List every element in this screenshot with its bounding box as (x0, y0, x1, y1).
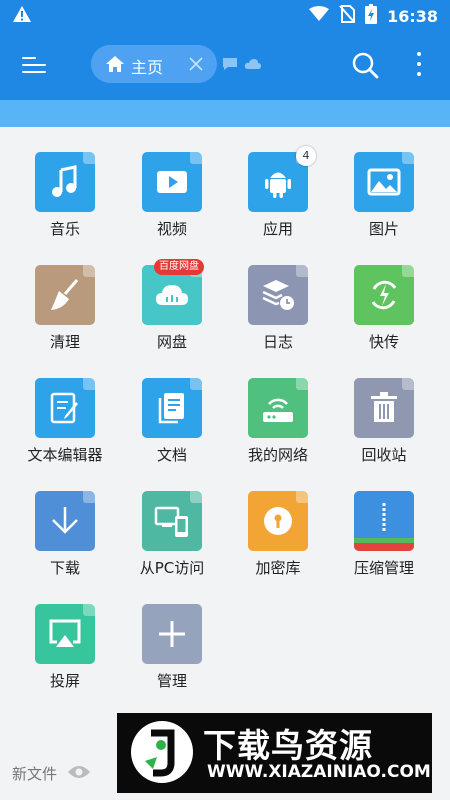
grid-item-manage[interactable]: 管理 (119, 604, 225, 691)
cloud-icon (156, 285, 188, 305)
grid-item-text-editor[interactable]: 文本编辑器 (12, 378, 118, 465)
cloud-drive-tile: 百度网盘 (142, 259, 204, 325)
document-icon (158, 393, 184, 424)
grid-item-label: 投屏 (49, 672, 80, 690)
music-note-icon (52, 165, 77, 197)
grid-item-video[interactable]: 视频 (119, 152, 225, 239)
apps-count-badge: 4 (296, 146, 316, 166)
watermark-title: 下载鸟资源 (203, 726, 373, 765)
grid-item-label: 从PC访问 (139, 559, 205, 577)
zip-icon (382, 503, 386, 533)
archive-tile (354, 491, 414, 551)
grid-item-cloud-drive[interactable]: 百度网盘 网盘 (119, 259, 225, 352)
grid-item-label: 视频 (156, 220, 187, 238)
edit-icon (50, 392, 78, 424)
grid-item-label: 文本编辑器 (27, 446, 103, 464)
grid-item-clean[interactable]: 清理 (12, 265, 118, 352)
grid-item-downloads[interactable]: 下载 (12, 491, 118, 578)
grid-item-label: 管理 (156, 672, 187, 690)
tab-overflow (222, 56, 262, 75)
more-options-icon[interactable] (412, 50, 426, 80)
screen-cast-tile (35, 604, 95, 664)
battery-charging-icon (365, 4, 378, 28)
video-tile (142, 152, 202, 212)
grid-item-apps[interactable]: 4 应用 (225, 146, 331, 239)
grid-item-archive-manager[interactable]: 压缩管理 (331, 491, 437, 578)
grid-item-label: 日志 (262, 333, 293, 351)
clock: 16:38 (387, 6, 438, 26)
menu-icon[interactable] (22, 53, 48, 77)
grid-item-label: 加密库 (255, 559, 301, 577)
downloads-tile (35, 491, 95, 551)
search-icon[interactable] (351, 51, 379, 83)
grid-item-label: 音乐 (49, 220, 80, 238)
new-file-row[interactable]: 新文件 (12, 763, 91, 784)
watermark-banner: 下载鸟资源 WWW.XIAZAINIAO.COM (117, 713, 432, 793)
broom-icon (51, 279, 79, 310)
quick-transfer-tile (354, 265, 414, 325)
grid-item-music[interactable]: 音乐 (12, 152, 118, 239)
tab-home[interactable]: 主页 (91, 45, 217, 83)
pc-access-tile (142, 491, 202, 551)
no-sim-icon (339, 5, 356, 27)
home-icon (105, 54, 125, 78)
recycle-bin-tile (354, 378, 414, 438)
grid-item-label: 文档 (156, 446, 187, 464)
log-tile (248, 265, 308, 325)
eye-icon[interactable] (67, 764, 91, 784)
grid-item-label: 下载 (49, 559, 80, 577)
trash-icon (371, 392, 397, 422)
lock-icon (264, 507, 292, 535)
grid-item-label: 回收站 (361, 446, 407, 464)
bird-logo-icon (131, 721, 193, 783)
header-strip (0, 100, 450, 127)
grid-item-pc-access[interactable]: 从PC访问 (119, 491, 225, 578)
text-editor-tile (35, 378, 95, 438)
warning-icon (12, 5, 32, 27)
download-icon (52, 507, 78, 534)
grid-item-label: 我的网络 (247, 446, 308, 464)
grid-item-my-network[interactable]: 我的网络 (225, 378, 331, 465)
grid-item-label: 应用 (262, 220, 293, 238)
watermark-url: WWW.XIAZAINIAO.COM (207, 762, 431, 782)
image-icon (367, 168, 401, 196)
router-icon (263, 398, 293, 422)
vault-tile (248, 491, 308, 551)
status-bar: 16:38 (0, 0, 450, 30)
apps-tile: 4 (248, 146, 316, 212)
manage-tile (142, 604, 202, 664)
music-tile (35, 152, 95, 212)
grid-item-label: 快传 (368, 333, 399, 351)
documents-tile (142, 378, 202, 438)
grid-item-label: 网盘 (156, 333, 187, 351)
my-network-tile (248, 378, 308, 438)
grid-item-vault[interactable]: 加密库 (225, 491, 331, 578)
grid-item-label: 清理 (49, 333, 80, 351)
transfer-icon (371, 280, 397, 310)
images-tile (354, 152, 414, 212)
cloud-icon (244, 56, 262, 75)
grid-item-quick-transfer[interactable]: 快传 (331, 265, 437, 352)
toolbar: 主页 (0, 30, 450, 100)
video-play-icon (157, 171, 187, 193)
message-icon (222, 56, 238, 75)
grid-item-documents[interactable]: 文档 (119, 378, 225, 465)
close-icon[interactable] (187, 55, 205, 77)
grid-item-label: 压缩管理 (353, 559, 414, 577)
android-icon (265, 172, 291, 198)
pc-access-icon (154, 506, 188, 537)
tab-label: 主页 (131, 58, 164, 77)
grid-item-label: 图片 (368, 220, 399, 238)
wifi-icon (309, 6, 330, 26)
grid-item-images[interactable]: 图片 (331, 152, 437, 239)
grid-item-recycle-bin[interactable]: 回收站 (331, 378, 437, 465)
cast-icon (49, 619, 81, 647)
log-icon (262, 280, 294, 310)
new-file-label: 新文件 (12, 765, 58, 783)
grid-item-screen-cast[interactable]: 投屏 (12, 604, 118, 691)
plus-icon (159, 621, 185, 647)
cloud-drive-tag: 百度网盘 (154, 259, 204, 275)
grid-item-log[interactable]: 日志 (225, 265, 331, 352)
clean-tile (35, 265, 95, 325)
